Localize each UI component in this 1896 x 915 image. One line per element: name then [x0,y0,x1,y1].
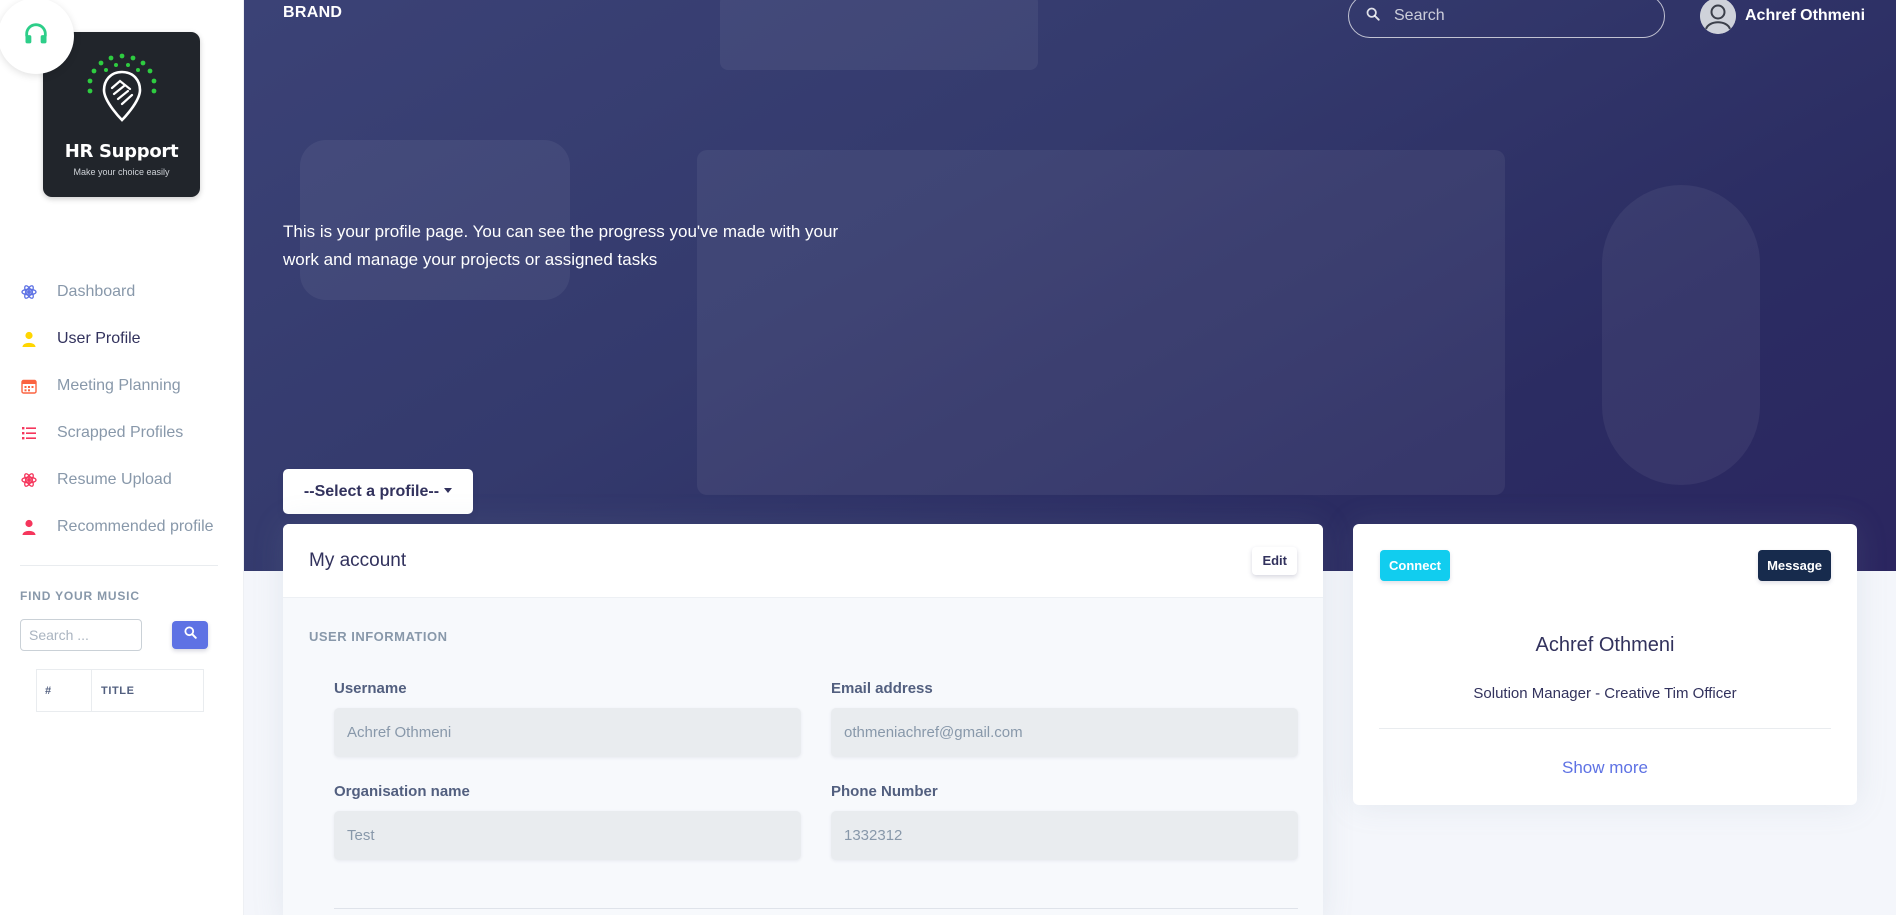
profile-divider [1379,728,1831,729]
email-field: Email address othmeniachref@gmail.com [831,680,1298,757]
sidebar-item-label: Meeting Planning [57,376,181,394]
atom-icon [20,471,38,489]
table-header-title: TITLE [101,684,135,697]
sidebar-item-label: Recommended profile [57,517,214,535]
show-more-link[interactable]: Show more [1353,758,1857,778]
logo-title: HR Support [64,141,179,162]
calendar-icon [20,377,38,395]
sidebar-item-resume-upload[interactable]: Resume Upload [0,456,244,503]
sidebar-item-user-profile[interactable]: User Profile [0,315,244,362]
email-input[interactable]: othmeniachref@gmail.com [831,708,1298,757]
music-search-button[interactable] [172,621,208,649]
header-search-input[interactable]: Search [1348,0,1665,38]
card-title: My account [309,549,407,571]
atom-icon [20,283,38,301]
sidebar-item-dashboard[interactable]: Dashboard [0,268,244,315]
username-field: Username Achref Othmeni [334,680,801,757]
sidebar-item-recommended-profile[interactable]: Recommended profile [0,503,244,550]
field-label: Organisation name [334,783,470,800]
sidebar-nav: Dashboard User Profile Meeting Planning … [0,268,244,550]
my-account-card: My account Edit USER INFORMATION Usernam… [283,524,1323,915]
search-placeholder: Search [1394,7,1445,24]
phone-input[interactable]: 1332312 [831,811,1298,860]
select-profile-label: --Select a profile-- [303,482,440,500]
profile-role: Solution Manager - Creative Tim Officer [1473,685,1737,702]
edit-button[interactable]: Edit [1252,546,1297,575]
profile-hero [244,0,1896,571]
user-icon [20,330,38,348]
music-table: # TITLE [36,669,204,712]
sidebar-item-scrapped-profiles[interactable]: Scrapped Profiles [0,409,244,456]
username-input[interactable]: Achref Othmeni [334,708,801,757]
music-search-input[interactable] [20,619,142,651]
mouse-decoration [1602,185,1760,485]
field-label: Phone Number [831,783,938,800]
user-menu[interactable]: Achref Othmeni [1700,0,1865,34]
handshake-logo-icon [43,50,200,139]
profile-card: Connect Message Achref Othmeni Solution … [1353,524,1857,805]
sidebar: HR Support Make your choice easily Dashb… [0,0,244,915]
select-profile-dropdown[interactable]: --Select a profile-- [283,469,473,514]
avatar [1700,0,1736,34]
list-icon [20,424,38,442]
search-icon [183,626,197,644]
phone-field: Phone Number 1332312 [831,783,1298,860]
profile-name: Achref Othmeni [1535,634,1675,656]
organisation-input[interactable]: Test [334,811,801,860]
sidebar-item-label: Resume Upload [57,470,172,488]
brand-link[interactable]: BRAND [283,4,342,22]
sidebar-item-label: Dashboard [57,282,136,300]
search-icon [1366,7,1380,26]
sidebar-item-meeting-planning[interactable]: Meeting Planning [0,362,244,409]
device-decoration [720,0,1038,70]
keyboard-decoration [697,150,1505,495]
section-heading: USER INFORMATION [309,629,448,644]
card-header: My account Edit [283,524,1323,598]
headset-icon [22,20,50,53]
user-name: Achref Othmeni [1745,7,1866,24]
user-icon [20,518,38,536]
connect-button[interactable]: Connect [1380,550,1450,581]
find-music-heading: FIND YOUR MUSIC [20,589,140,603]
caret-down-icon [444,488,453,493]
sidebar-item-label: User Profile [57,329,141,347]
organisation-field: Organisation name Test [334,783,801,860]
logo-tagline: Make your choice easily [73,167,170,177]
hero-description: This is your profile page. You can see t… [283,222,839,269]
card-divider [334,908,1298,909]
table-header-number: # [37,670,92,711]
sidebar-item-label: Scrapped Profiles [57,423,184,441]
field-label: Username [334,680,407,697]
sidebar-divider [20,565,218,566]
field-label: Email address [831,680,933,697]
message-button[interactable]: Message [1758,550,1831,581]
